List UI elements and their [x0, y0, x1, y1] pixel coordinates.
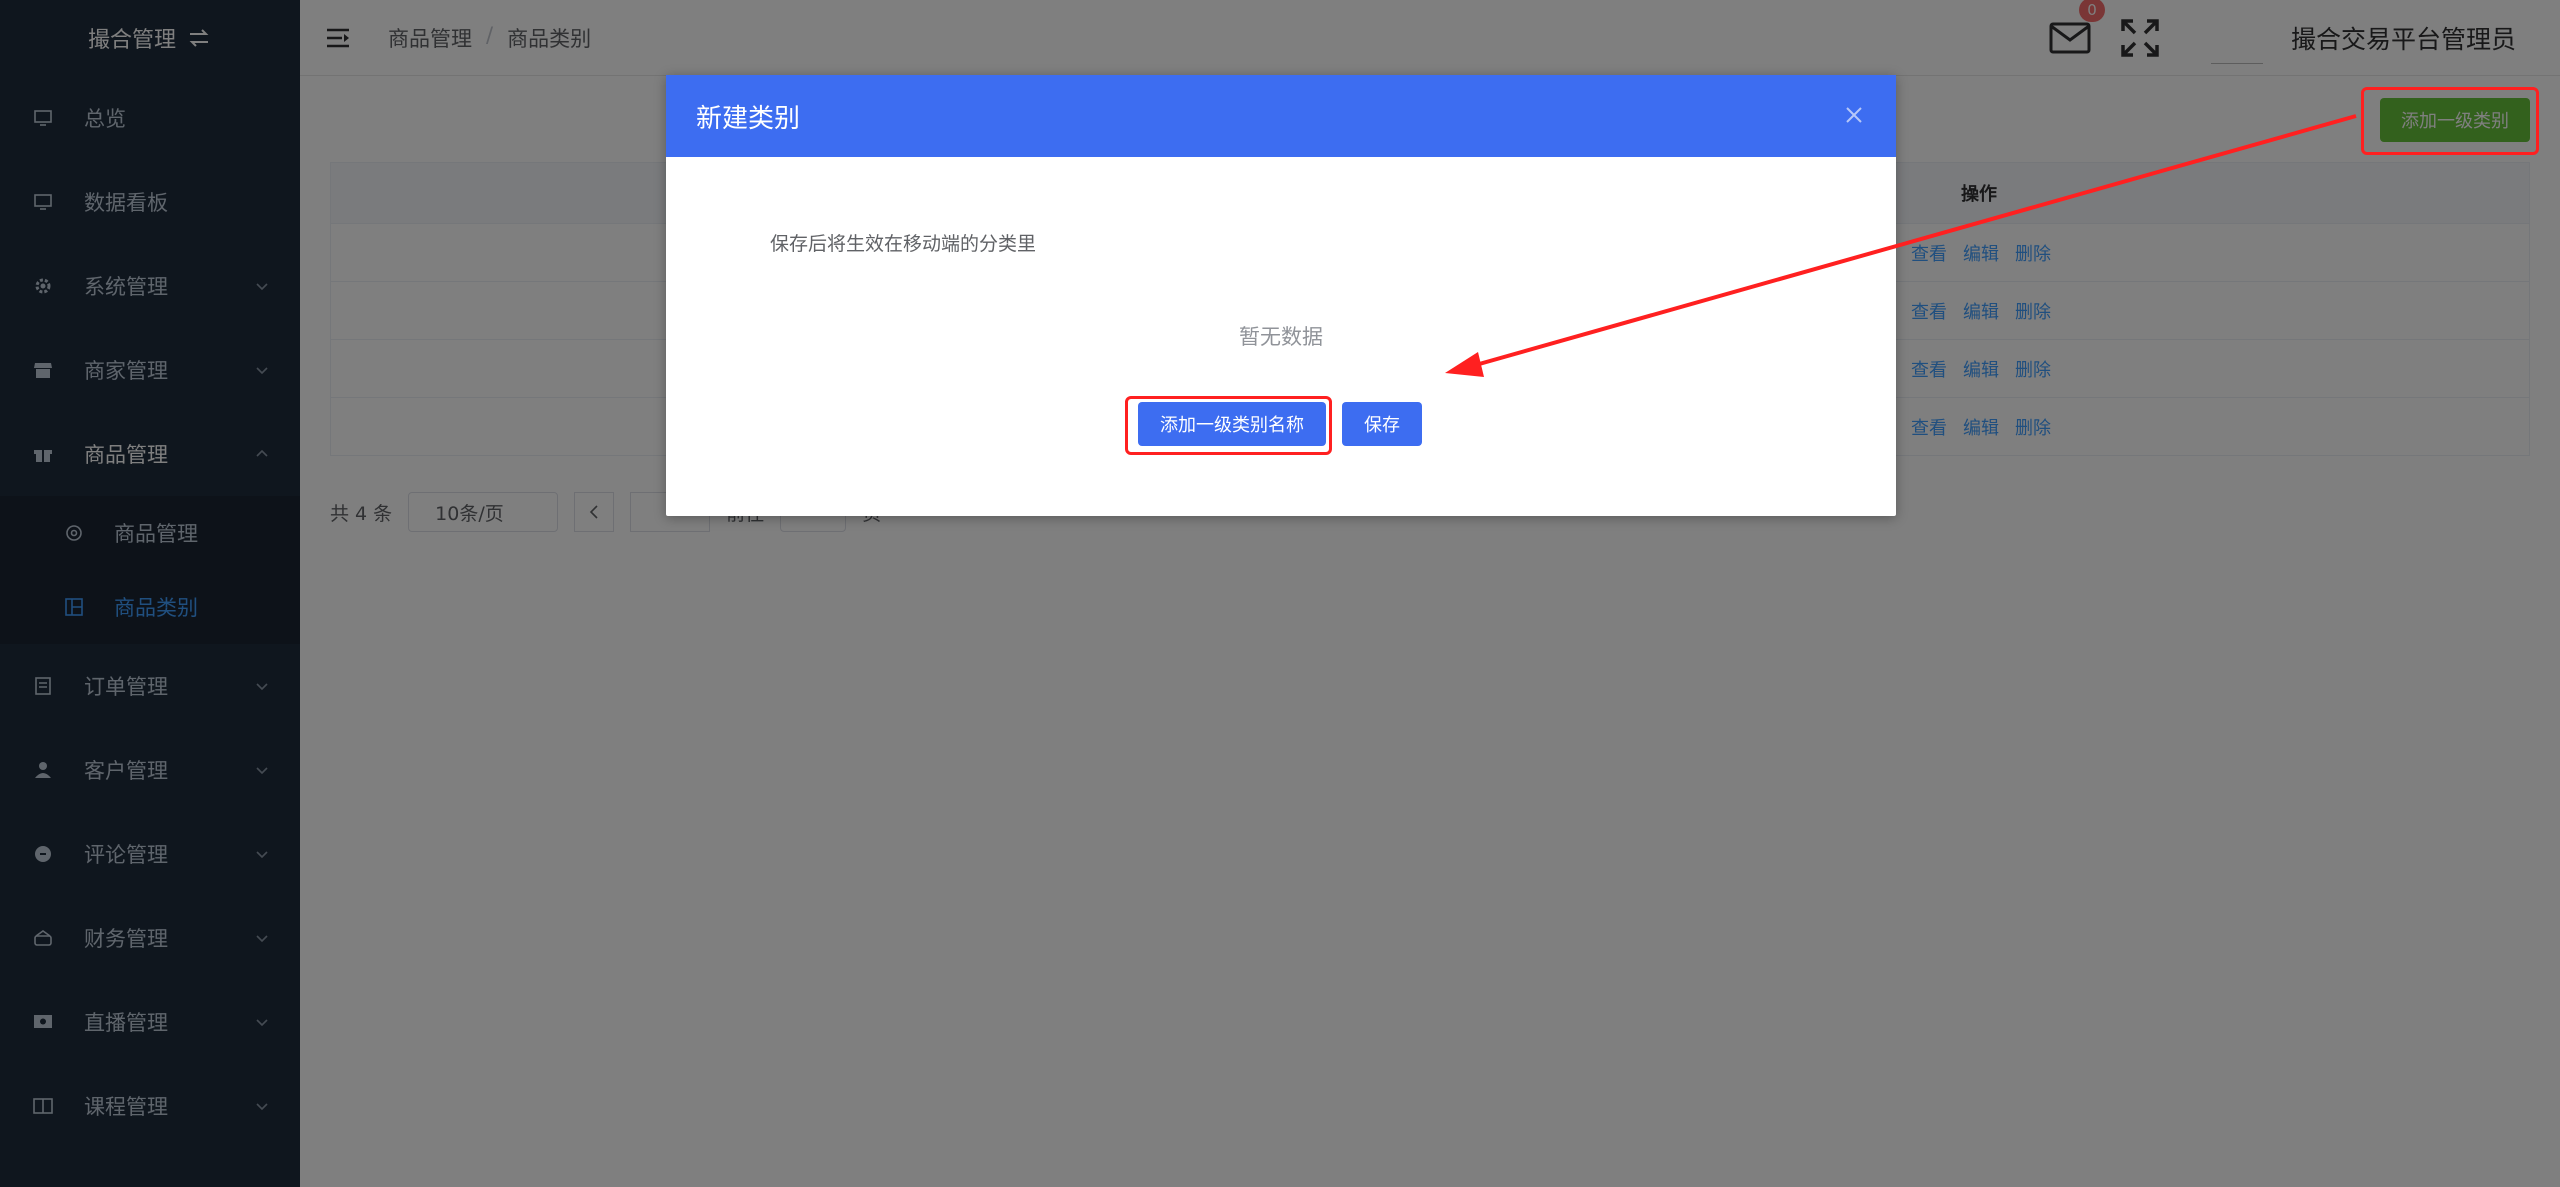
highlight-box [1125, 396, 1332, 455]
dialog-header: 新建类别 [666, 75, 1896, 157]
highlight-box [2361, 87, 2539, 155]
dialog-title: 新建类别 [696, 103, 801, 134]
save-button[interactable]: 保存 [1342, 402, 1422, 446]
close-icon[interactable] [1844, 105, 1864, 125]
empty-state: 暂无数据 [1239, 325, 1323, 349]
dialog-hint: 保存后将生效在移动端的分类里 [770, 233, 1037, 255]
